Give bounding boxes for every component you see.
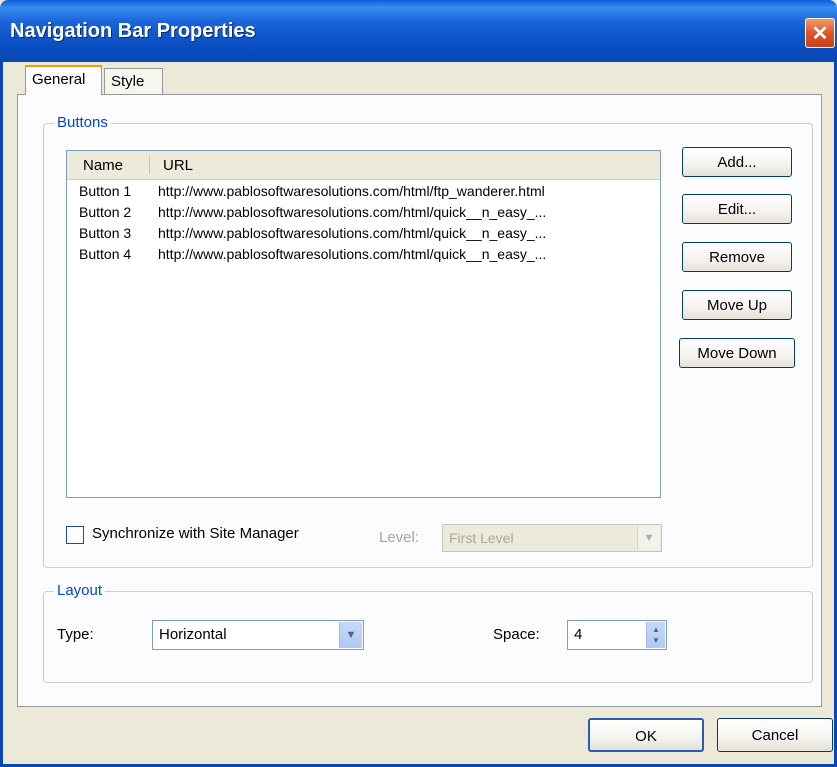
item-url: http://www.pablosoftwaresolutions.com/ht… [158,183,545,199]
item-name: Button 4 [79,246,132,262]
buttons-group-label: Buttons [54,114,111,131]
item-name: Button 3 [79,225,132,241]
window-title: Navigation Bar Properties [10,20,256,42]
column-header-name[interactable]: Name [83,157,123,174]
dialog-body: General Style Buttons Name URL Button 1 … [0,62,837,767]
layout-groupbox: Layout Type: Horizontal ▼ Space: 4 ▲ ▼ [43,582,813,683]
tab-style[interactable]: Style [104,68,163,94]
add-button[interactable]: Add... [682,147,792,177]
item-name: Button 2 [79,204,132,220]
column-separator[interactable] [149,156,150,174]
item-url: http://www.pablosoftwaresolutions.com/ht… [158,225,547,241]
close-icon: ✕ [811,22,829,45]
space-value: 4 [574,626,583,643]
close-button[interactable]: ✕ [805,18,835,48]
sync-checkbox-label[interactable]: Synchronize with Site Manager [92,525,299,542]
level-label: Level: [379,529,420,546]
edit-button[interactable]: Edit... [682,194,792,224]
spin-arrows-icon[interactable]: ▲ ▼ [646,622,665,648]
list-item[interactable]: Button 1 http://www.pablosoftwaresolutio… [67,181,660,202]
type-value: Horizontal [159,626,227,643]
type-label: Type: [57,626,94,643]
sync-checkbox[interactable] [66,526,84,544]
title-bar[interactable]: Navigation Bar Properties ✕ [0,0,837,62]
layout-group-label: Layout [54,582,106,599]
move-down-button[interactable]: Move Down [679,338,795,368]
buttons-groupbox: Buttons Name URL Button 1 http://www.pab… [43,114,813,568]
move-up-button[interactable]: Move Up [682,290,792,320]
item-url: http://www.pablosoftwaresolutions.com/ht… [158,204,547,220]
tab-general[interactable]: General [25,65,102,95]
item-url: http://www.pablosoftwaresolutions.com/ht… [158,246,547,262]
chevron-down-icon[interactable]: ▼ [339,622,362,648]
buttons-list[interactable]: Name URL Button 1 http://www.pablosoftwa… [66,150,661,498]
remove-button[interactable]: Remove [682,242,792,272]
list-item[interactable]: Button 4 http://www.pablosoftwaresolutio… [67,244,660,265]
chevron-down-icon: ▼ [637,526,660,550]
level-select: First Level ▼ [442,524,662,552]
ok-button[interactable]: OK [588,718,704,752]
list-item[interactable]: Button 2 http://www.pablosoftwaresolutio… [67,202,660,223]
type-select[interactable]: Horizontal ▼ [152,620,364,650]
space-spinner[interactable]: 4 ▲ ▼ [567,620,667,650]
cancel-button[interactable]: Cancel [717,718,833,752]
list-header: Name URL [67,151,660,180]
item-name: Button 1 [79,183,132,199]
list-item[interactable]: Button 3 http://www.pablosoftwaresolutio… [67,223,660,244]
column-header-url[interactable]: URL [163,157,193,174]
level-value: First Level [449,530,514,546]
general-tab-panel: Buttons Name URL Button 1 http://www.pab… [17,94,822,707]
space-label: Space: [493,626,540,643]
